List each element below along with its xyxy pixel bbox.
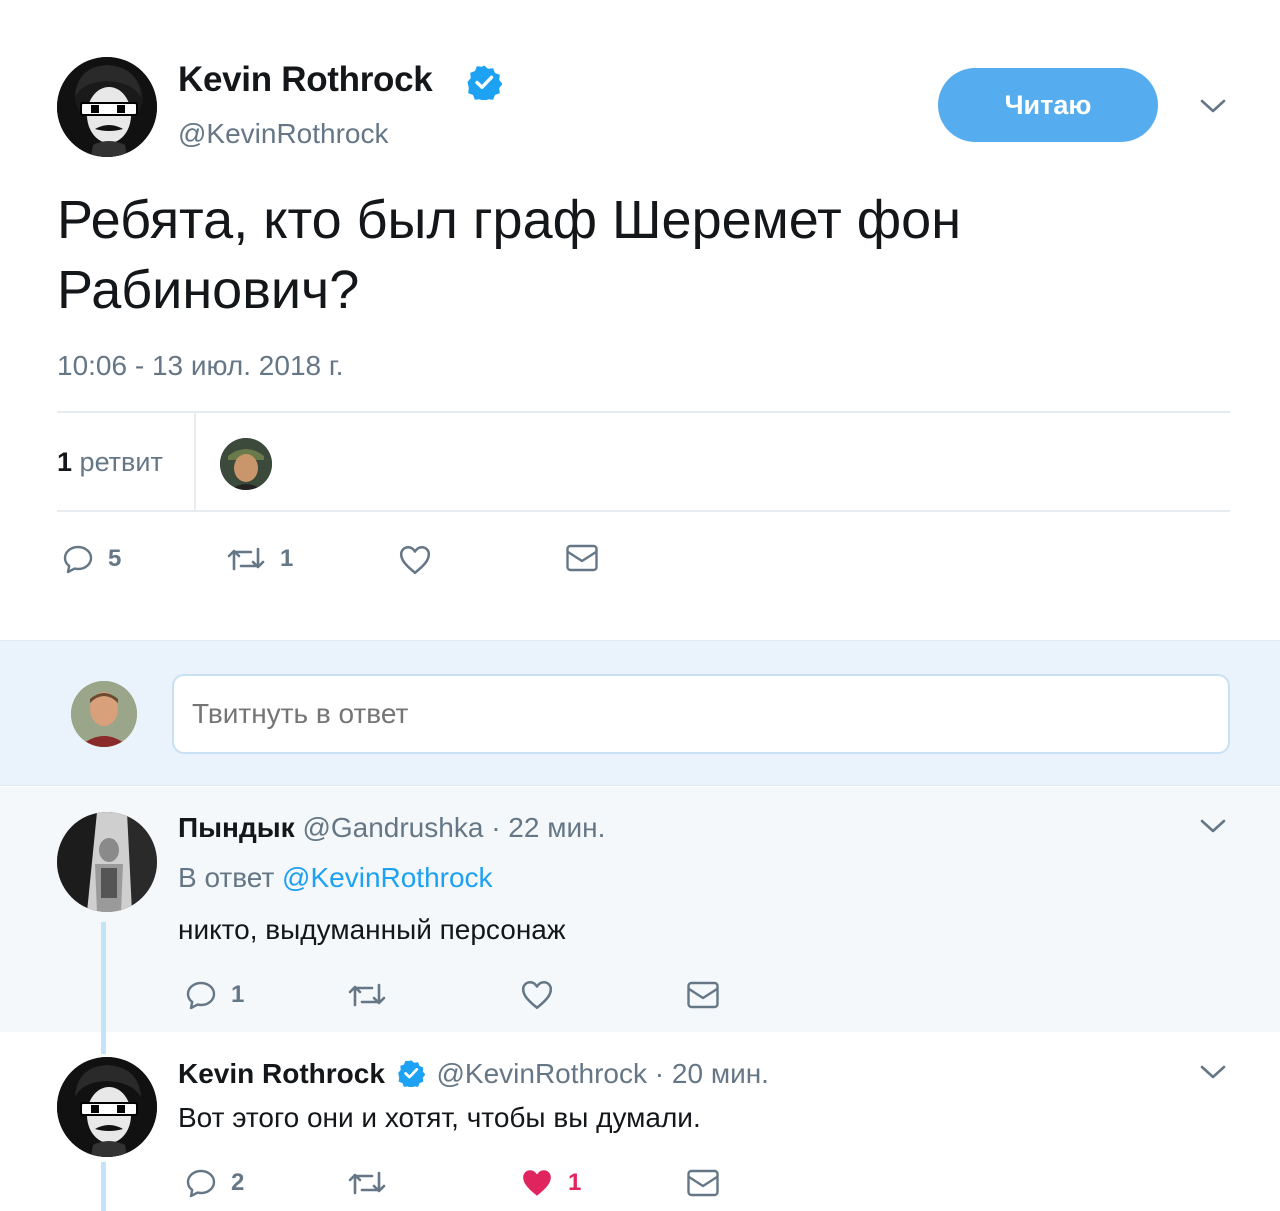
direct-message-action[interactable]: [565, 543, 599, 573]
thread-connector: [101, 922, 106, 1032]
reply-icon: [185, 1167, 217, 1199]
direct-message-action[interactable]: [686, 980, 720, 1010]
reply-to-line: В ответ @KevinRothrock: [178, 862, 493, 894]
chevron-down-icon[interactable]: [1198, 816, 1228, 836]
verified-badge-icon: [397, 1059, 425, 1087]
reply-author-handle[interactable]: @Gandrushka: [302, 812, 483, 843]
reply-to-prefix: В ответ: [178, 862, 275, 893]
reply-header: Пындык @Gandrushka · 22 мин.: [178, 812, 605, 844]
author-name[interactable]: Kevin Rothrock: [178, 60, 433, 100]
current-user-avatar[interactable]: [71, 681, 137, 747]
direct-message-action[interactable]: [686, 1168, 720, 1198]
reply-time[interactable]: · 20 мин.: [655, 1058, 769, 1089]
divider: [57, 411, 1230, 413]
reply-author-handle[interactable]: @KevinRothrock: [437, 1058, 648, 1089]
retweet-action[interactable]: 1: [226, 543, 293, 575]
thread-connector: [101, 1162, 106, 1211]
envelope-icon: [686, 1168, 720, 1198]
reply-text: никто, выдуманный персонаж: [178, 914, 566, 945]
reply-text: Вот этого они и хотят, чтобы вы думали.: [178, 1102, 701, 1133]
reply-author-name[interactable]: Пындык: [178, 812, 295, 843]
reply-to-mention[interactable]: @KevinRothrock: [282, 862, 493, 893]
reply-count: 5: [108, 545, 122, 572]
reply-action[interactable]: 2: [185, 1167, 244, 1199]
like-count: 1: [568, 1169, 582, 1196]
reply-author-name[interactable]: Kevin Rothrock: [178, 1058, 385, 1089]
chevron-down-icon[interactable]: [1198, 1062, 1228, 1082]
like-action-liked[interactable]: 1: [520, 1166, 581, 1200]
author-avatar[interactable]: [57, 57, 157, 157]
chevron-down-icon[interactable]: [1198, 96, 1228, 116]
verified-badge-icon: [466, 64, 502, 100]
reply-action[interactable]: 5: [62, 543, 121, 575]
like-action[interactable]: [520, 978, 554, 1012]
heart-filled-icon: [520, 1166, 554, 1200]
retweet-icon: [347, 1167, 387, 1199]
retweeter-avatar[interactable]: [220, 438, 272, 490]
envelope-icon: [686, 980, 720, 1010]
reply-input[interactable]: [172, 674, 1230, 754]
retweet-stats[interactable]: 1 ретвит: [57, 447, 163, 478]
retweet-icon: [226, 543, 266, 575]
reply-count: 1: [231, 981, 245, 1008]
stats-divider: [194, 413, 196, 511]
tweet-text: Ребята, кто был граф Шеремет фон Рабинов…: [57, 190, 962, 320]
reply-icon: [185, 979, 217, 1011]
retweet-icon: [347, 979, 387, 1011]
like-action[interactable]: [398, 543, 432, 577]
tweet-timestamp[interactable]: 10:06 - 13 июл. 2018 г.: [57, 350, 343, 382]
retweet-action[interactable]: [347, 979, 387, 1011]
following-button[interactable]: Читаю: [938, 68, 1158, 142]
author-handle[interactable]: @KevinRothrock: [178, 118, 389, 150]
thread-connector: [101, 1032, 106, 1054]
envelope-icon: [565, 543, 599, 573]
reply-time[interactable]: · 22 мин.: [491, 812, 605, 843]
reply-header: Kevin Rothrock @KevinRothrock · 20 мин.: [178, 1058, 769, 1090]
retweet-label: ретвит: [79, 447, 163, 477]
retweet-action[interactable]: [347, 1167, 387, 1199]
retweet-count: 1: [57, 447, 73, 477]
heart-icon: [520, 978, 554, 1012]
reply-author-avatar[interactable]: [57, 1057, 157, 1157]
reply-action[interactable]: 1: [185, 979, 244, 1011]
divider: [57, 510, 1230, 512]
heart-icon: [398, 543, 432, 577]
reply-icon: [62, 543, 94, 575]
retweet-action-count: 1: [280, 545, 294, 572]
reply-author-avatar[interactable]: [57, 812, 157, 912]
reply-count: 2: [231, 1169, 245, 1196]
